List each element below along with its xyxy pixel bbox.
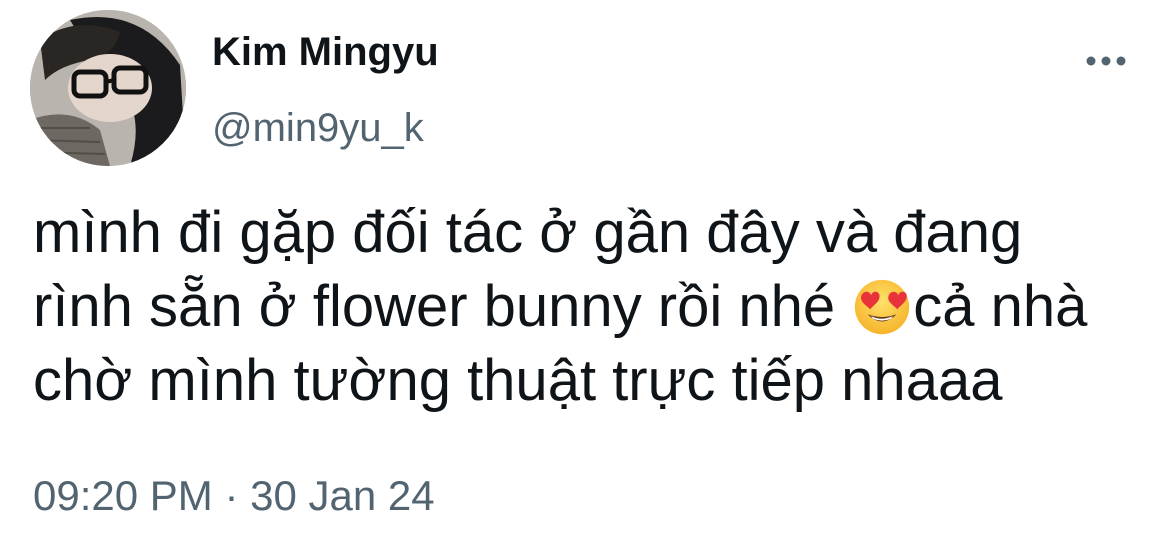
author-display-name[interactable]: Kim Mingyu: [212, 30, 439, 75]
more-horizontal-icon: [1086, 56, 1126, 66]
heart-eyes-emoji-icon: [853, 278, 911, 336]
tweet-time: 09:20 PM: [33, 472, 213, 519]
avatar-photo: [30, 10, 186, 166]
avatar[interactable]: [30, 10, 186, 166]
tweet-text: mình đi gặp đối tác ở gần đây và đang rì…: [33, 196, 1158, 418]
author-handle[interactable]: @min9yu_k: [212, 106, 424, 151]
tweet-card: Kim Mingyu @min9yu_k mình đi gặp đối tác…: [0, 0, 1170, 542]
timestamp-separator: ·: [224, 472, 239, 519]
tweet-date: 30 Jan 24: [250, 472, 435, 519]
more-options-button[interactable]: [1076, 44, 1136, 78]
tweet-timestamp[interactable]: 09:20 PM · 30 Jan 24: [33, 472, 435, 520]
